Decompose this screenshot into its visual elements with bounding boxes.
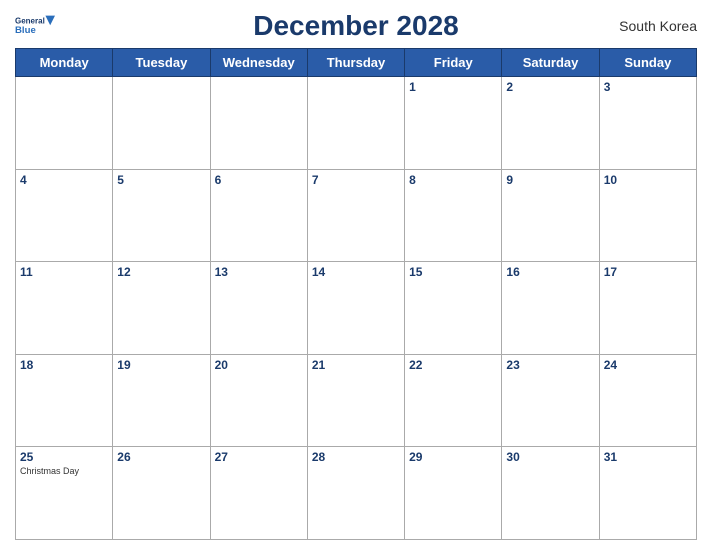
calendar-day-cell: 10 bbox=[599, 169, 696, 262]
day-number: 21 bbox=[312, 358, 400, 372]
day-number: 29 bbox=[409, 450, 497, 464]
day-number: 20 bbox=[215, 358, 303, 372]
empty-cell bbox=[307, 77, 404, 170]
calendar-day-cell: 30 bbox=[502, 447, 599, 540]
day-number: 4 bbox=[20, 173, 108, 187]
calendar-day-cell: 20 bbox=[210, 354, 307, 447]
day-number: 8 bbox=[409, 173, 497, 187]
day-number: 1 bbox=[409, 80, 497, 94]
calendar-day-cell: 18 bbox=[16, 354, 113, 447]
calendar-day-cell: 9 bbox=[502, 169, 599, 262]
day-number: 31 bbox=[604, 450, 692, 464]
calendar-day-cell: 12 bbox=[113, 262, 210, 355]
day-number: 25 bbox=[20, 450, 108, 464]
day-number: 19 bbox=[117, 358, 205, 372]
calendar-week-row: 456789 10 bbox=[16, 169, 697, 262]
day-number: 13 bbox=[215, 265, 303, 279]
calendar-day-cell: 26 bbox=[113, 447, 210, 540]
col-friday: Friday bbox=[405, 49, 502, 77]
days-header-row: Monday Tuesday Wednesday Thursday Friday… bbox=[16, 49, 697, 77]
calendar-day-cell: 24 bbox=[599, 354, 696, 447]
svg-text:Blue: Blue bbox=[15, 25, 36, 36]
empty-cell bbox=[16, 77, 113, 170]
day-number: 15 bbox=[409, 265, 497, 279]
calendar-day-cell: 23 bbox=[502, 354, 599, 447]
empty-cell bbox=[113, 77, 210, 170]
calendar-header: General Blue December 2028 South Korea bbox=[15, 10, 697, 42]
day-number: 16 bbox=[506, 265, 594, 279]
calendar-day-cell: 28 bbox=[307, 447, 404, 540]
calendar-day-cell: 4 bbox=[16, 169, 113, 262]
calendar-day-cell: 21 bbox=[307, 354, 404, 447]
col-tuesday: Tuesday bbox=[113, 49, 210, 77]
calendar-title: December 2028 bbox=[253, 10, 458, 42]
calendar-day-cell: 2 bbox=[502, 77, 599, 170]
day-number: 30 bbox=[506, 450, 594, 464]
calendar-day-cell: 1 bbox=[405, 77, 502, 170]
day-number: 28 bbox=[312, 450, 400, 464]
empty-cell bbox=[210, 77, 307, 170]
day-number: 6 bbox=[215, 173, 303, 187]
holiday-label: Christmas Day bbox=[20, 466, 108, 476]
calendar-day-cell: 22 bbox=[405, 354, 502, 447]
col-sunday: Sunday bbox=[599, 49, 696, 77]
calendar-week-row: 18 19 20 21 22 23 24 bbox=[16, 354, 697, 447]
day-number: 10 bbox=[604, 173, 692, 187]
day-number: 12 bbox=[117, 265, 205, 279]
day-number: 11 bbox=[20, 265, 108, 279]
generalblue-logo: General Blue bbox=[15, 14, 55, 38]
svg-text:General: General bbox=[15, 17, 45, 26]
day-number: 27 bbox=[215, 450, 303, 464]
calendar-day-cell: 5 bbox=[113, 169, 210, 262]
day-number: 24 bbox=[604, 358, 692, 372]
calendar-day-cell: 13 bbox=[210, 262, 307, 355]
calendar-day-cell: 16 bbox=[502, 262, 599, 355]
calendar-week-row: 25 Christmas Day 26 27 28 29 30 31 bbox=[16, 447, 697, 540]
day-number: 7 bbox=[312, 173, 400, 187]
col-saturday: Saturday bbox=[502, 49, 599, 77]
calendar-day-cell: 29 bbox=[405, 447, 502, 540]
calendar-day-cell: 25 Christmas Day bbox=[16, 447, 113, 540]
calendar-day-cell: 15 bbox=[405, 262, 502, 355]
day-number: 2 bbox=[506, 80, 594, 94]
calendar-day-cell: 17 bbox=[599, 262, 696, 355]
day-number: 26 bbox=[117, 450, 205, 464]
calendar-day-cell: 14 bbox=[307, 262, 404, 355]
day-number: 22 bbox=[409, 358, 497, 372]
col-thursday: Thursday bbox=[307, 49, 404, 77]
day-number: 17 bbox=[604, 265, 692, 279]
country-label: South Korea bbox=[619, 18, 697, 34]
col-wednesday: Wednesday bbox=[210, 49, 307, 77]
col-monday: Monday bbox=[16, 49, 113, 77]
calendar-day-cell: 3 bbox=[599, 77, 696, 170]
calendar-day-cell: 6 bbox=[210, 169, 307, 262]
calendar-day-cell: 8 bbox=[405, 169, 502, 262]
calendar-week-row: 11 12 13 14 15 16 17 bbox=[16, 262, 697, 355]
calendar-body: 1234567891011121314151617181920212223242… bbox=[16, 77, 697, 540]
day-number: 3 bbox=[604, 80, 692, 94]
calendar-day-cell: 7 bbox=[307, 169, 404, 262]
day-number: 23 bbox=[506, 358, 594, 372]
calendar-week-row: 123 bbox=[16, 77, 697, 170]
day-number: 9 bbox=[506, 173, 594, 187]
calendar-day-cell: 19 bbox=[113, 354, 210, 447]
day-number: 5 bbox=[117, 173, 205, 187]
calendar-day-cell: 11 bbox=[16, 262, 113, 355]
calendar-table: Monday Tuesday Wednesday Thursday Friday… bbox=[15, 48, 697, 540]
calendar-day-cell: 27 bbox=[210, 447, 307, 540]
day-number: 18 bbox=[20, 358, 108, 372]
day-number: 14 bbox=[312, 265, 400, 279]
calendar-day-cell: 31 bbox=[599, 447, 696, 540]
